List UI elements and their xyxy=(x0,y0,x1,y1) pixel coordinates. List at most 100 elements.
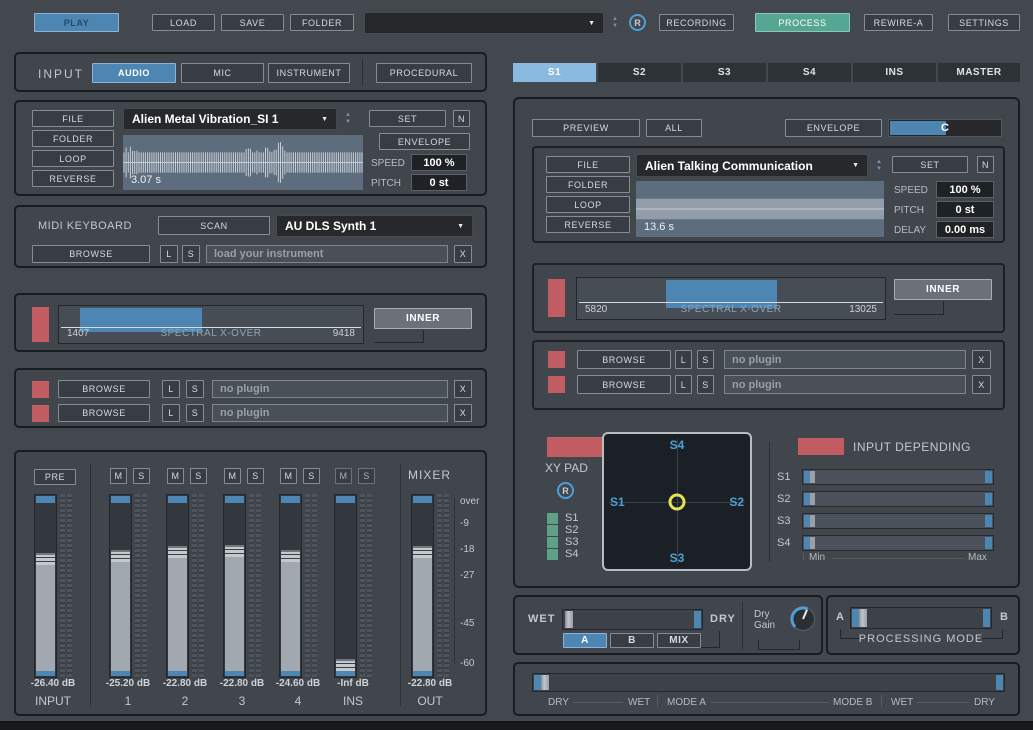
xover-enable-indicator[interactable] xyxy=(548,279,565,317)
clear-plugin-button[interactable]: X xyxy=(972,375,991,394)
record-automation-button[interactable]: R xyxy=(629,14,646,31)
xover-range-slider[interactable]: 1407 SPECTRAL X-OVER 9418 xyxy=(58,305,364,344)
tab-s4[interactable]: S4 xyxy=(768,63,851,82)
mute-button[interactable]: M xyxy=(335,468,352,484)
fader-4[interactable] xyxy=(279,494,302,678)
clear-plugin-button[interactable]: X xyxy=(972,350,991,369)
mute-button[interactable]: M xyxy=(280,468,297,484)
tab-s1[interactable]: S1 xyxy=(513,63,596,82)
tab-ins[interactable]: INS xyxy=(853,63,936,82)
solo-button[interactable]: S xyxy=(247,468,264,484)
fader-ins[interactable] xyxy=(334,494,357,678)
folder-button[interactable]: FOLDER xyxy=(32,130,114,147)
slider-handle[interactable] xyxy=(565,611,573,628)
load-button-l[interactable]: L xyxy=(160,245,178,263)
mute-button[interactable]: M xyxy=(110,468,127,484)
plugin-l-button[interactable]: L xyxy=(162,380,180,398)
sample-stepper[interactable]: ▲▼ xyxy=(341,108,355,130)
plugin-s-button[interactable]: S xyxy=(697,350,714,369)
depending-range-s4[interactable] xyxy=(802,535,994,551)
rewire-button[interactable]: REWIRE-A xyxy=(864,14,933,31)
xy-toggle-s1[interactable] xyxy=(547,513,558,524)
plugin-s-button[interactable]: S xyxy=(186,404,204,422)
xy-toggle-s2[interactable] xyxy=(547,525,558,536)
scan-button[interactable]: SCAN xyxy=(158,216,270,235)
tab-master[interactable]: MASTER xyxy=(938,63,1020,82)
inner-button[interactable]: INNER xyxy=(374,308,472,329)
save-button[interactable]: SAVE xyxy=(221,14,284,31)
plugin-enable-indicator[interactable] xyxy=(548,351,565,368)
tab-s3[interactable]: S3 xyxy=(683,63,766,82)
settings-button[interactable]: SETTINGS xyxy=(948,14,1020,31)
depending-enable-indicator[interactable] xyxy=(798,438,844,455)
mode-b-button[interactable]: B xyxy=(610,633,654,648)
sample-dropdown[interactable]: Alien Metal Vibration_SI 1 ▼ xyxy=(123,108,337,130)
pitch-value[interactable]: 0 st xyxy=(411,174,467,191)
dry-gain-knob[interactable] xyxy=(788,604,818,634)
plugin-s-button[interactable]: S xyxy=(697,375,714,394)
xover-enable-indicator[interactable] xyxy=(32,307,49,342)
plugin-slot[interactable]: no plugin xyxy=(212,404,448,422)
clear-instrument-button[interactable]: X xyxy=(454,245,472,263)
wet-dry-slider[interactable] xyxy=(562,609,703,630)
plugin-enable-indicator[interactable] xyxy=(548,376,565,393)
xy-record-button[interactable]: R xyxy=(557,482,574,499)
plugin-slot[interactable]: no plugin xyxy=(212,380,448,398)
plugin-slot[interactable]: no plugin xyxy=(724,375,966,394)
fader-out[interactable] xyxy=(411,494,434,678)
fader-3[interactable] xyxy=(223,494,246,678)
tab-s2[interactable]: S2 xyxy=(598,63,681,82)
fader-input[interactable] xyxy=(34,494,57,678)
plugin-s-button[interactable]: S xyxy=(186,380,204,398)
fader-1[interactable] xyxy=(109,494,132,678)
loop-button[interactable]: LOOP xyxy=(32,150,114,167)
depending-range-s1[interactable] xyxy=(802,469,994,485)
sample-stepper[interactable]: ▲▼ xyxy=(872,154,886,177)
browse-plugin-button[interactable]: BROWSE xyxy=(58,380,150,398)
synth-dropdown[interactable]: AU DLS Synth 1 ▼ xyxy=(276,215,473,237)
set-button[interactable]: SET xyxy=(369,110,446,127)
recording-button[interactable]: RECORDING xyxy=(659,14,734,31)
depending-range-s2[interactable] xyxy=(802,491,994,507)
clear-plugin-button[interactable]: X xyxy=(454,380,472,398)
processing-slider[interactable] xyxy=(850,607,992,629)
pan-slider[interactable]: C xyxy=(888,119,1002,137)
browse-plugin-button[interactable]: BROWSE xyxy=(58,404,150,422)
plugin-enable-indicator[interactable] xyxy=(32,405,49,422)
xy-toggle-s4[interactable] xyxy=(547,549,558,560)
plugin-l-button[interactable]: L xyxy=(162,404,180,422)
browse-instrument-button[interactable]: BROWSE xyxy=(32,245,150,263)
plugin-slot[interactable]: no plugin xyxy=(724,350,966,369)
set-button[interactable]: SET xyxy=(892,156,968,173)
solo-button[interactable]: S xyxy=(358,468,375,484)
tab-mic[interactable]: MIC xyxy=(181,63,264,83)
save-button-s[interactable]: S xyxy=(182,245,200,263)
sample-dropdown[interactable]: Alien Talking Communication ▼ xyxy=(636,154,868,177)
plugin-l-button[interactable]: L xyxy=(675,375,692,394)
folder-button[interactable]: FOLDER xyxy=(546,176,630,193)
preview-button[interactable]: PREVIEW xyxy=(532,119,640,137)
waveform-display[interactable]: 13.6 s xyxy=(636,181,884,237)
preset-dropdown[interactable]: ▼ xyxy=(364,12,604,34)
reverse-button[interactable]: REVERSE xyxy=(546,216,630,233)
mute-button[interactable]: M xyxy=(224,468,241,484)
envelope-button[interactable]: ENVELOPE xyxy=(379,133,470,150)
mode-a-button[interactable]: A xyxy=(563,633,607,648)
slider-handle[interactable] xyxy=(541,675,549,690)
n-button[interactable]: N xyxy=(977,156,994,173)
file-button[interactable]: FILE xyxy=(32,110,114,127)
process-button[interactable]: PROCESS xyxy=(755,13,850,32)
solo-button[interactable]: S xyxy=(190,468,207,484)
all-button[interactable]: ALL xyxy=(646,119,702,137)
load-button[interactable]: LOAD xyxy=(152,14,215,31)
reverse-button[interactable]: REVERSE xyxy=(32,170,114,187)
envelope-button[interactable]: ENVELOPE xyxy=(785,119,882,137)
tab-audio[interactable]: AUDIO xyxy=(92,63,176,83)
mute-button[interactable]: M xyxy=(167,468,184,484)
speed-value[interactable]: 100 % xyxy=(936,181,994,198)
file-button[interactable]: FILE xyxy=(546,156,630,173)
browse-plugin-button[interactable]: BROWSE xyxy=(577,350,671,369)
xy-enable-indicator[interactable] xyxy=(547,437,602,457)
plugin-l-button[interactable]: L xyxy=(675,350,692,369)
browse-plugin-button[interactable]: BROWSE xyxy=(577,375,671,394)
